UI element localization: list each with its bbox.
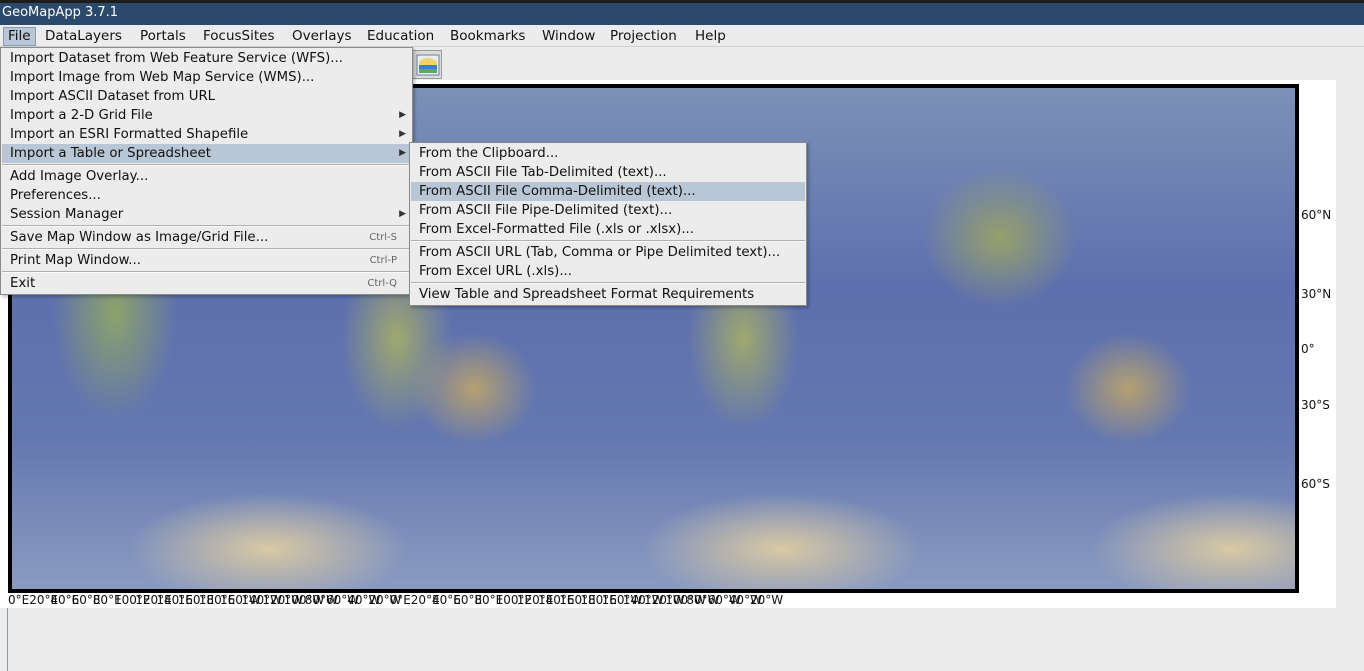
menu-item-import-grid[interactable]: Import a 2-D Grid File ▶ — [2, 106, 411, 125]
menu-item-add-image-overlay[interactable]: Add Image Overlay... — [2, 167, 411, 186]
shortcut-label: Ctrl-P — [369, 255, 397, 266]
lon-label: 0°E — [8, 593, 30, 607]
submenu-item-format-requirements[interactable]: View Table and Spreadsheet Format Requir… — [411, 285, 805, 304]
menu-item-label: Save Map Window as Image/Grid File... — [10, 230, 269, 245]
menu-portals[interactable]: Portals — [136, 27, 190, 46]
submenu-item-ascii-url[interactable]: From ASCII URL (Tab, Comma or Pipe Delim… — [411, 243, 805, 262]
menu-separator — [411, 240, 805, 242]
menu-window[interactable]: Window — [538, 27, 599, 46]
submenu-arrow-icon: ▶ — [399, 148, 406, 158]
menu-bar: File DataLayers Portals FocusSites Overl… — [0, 25, 1364, 47]
menu-separator — [411, 282, 805, 284]
lat-label: 30°N — [1301, 287, 1332, 301]
menu-item-label: Import ASCII Dataset from URL — [10, 89, 216, 104]
menu-overlays[interactable]: Overlays — [288, 27, 356, 46]
lat-label: 60°N — [1301, 208, 1332, 222]
window-title: GeoMapApp 3.7.1 — [2, 5, 119, 20]
window-edge — [7, 608, 8, 671]
menu-item-print-map[interactable]: Print Map Window... Ctrl-P — [2, 251, 411, 270]
menu-item-label: From the Clipboard... — [419, 146, 559, 161]
menu-item-label: Preferences... — [10, 188, 101, 203]
menu-item-label: From ASCII File Comma-Delimited (text)..… — [419, 184, 696, 199]
menu-item-label: Import a Table or Spreadsheet — [10, 146, 211, 161]
menu-bookmarks[interactable]: Bookmarks — [446, 27, 529, 46]
menu-item-label: Session Manager — [10, 207, 124, 222]
menu-item-import-table[interactable]: Import a Table or Spreadsheet ▶ — [2, 144, 411, 163]
menu-separator — [2, 248, 411, 250]
menu-item-import-ascii-url[interactable]: Import ASCII Dataset from URL — [2, 87, 411, 106]
submenu-item-clipboard[interactable]: From the Clipboard... — [411, 144, 805, 163]
submenu-item-pipe-delimited[interactable]: From ASCII File Pipe-Delimited (text)... — [411, 201, 805, 220]
menu-item-label: From ASCII File Pipe-Delimited (text)... — [419, 203, 673, 218]
menu-help[interactable]: Help — [691, 27, 730, 46]
menu-item-label: From ASCII URL (Tab, Comma or Pipe Delim… — [419, 245, 781, 260]
screen-top-strip — [0, 0, 1364, 3]
lat-label: 30°S — [1301, 398, 1330, 412]
longitude-labels: 0°E 20°E 40°E 60°E 80°E 100°E 120°E 140°E 160°E 1… — [8, 593, 1308, 608]
lat-label: 60°S — [1301, 477, 1330, 491]
menu-item-label: From ASCII File Tab-Delimited (text)... — [419, 165, 667, 180]
menu-item-label: Add Image Overlay... — [10, 169, 149, 184]
submenu-arrow-icon: ▶ — [399, 110, 406, 120]
menu-item-label: From Excel URL (.xls)... — [419, 264, 572, 279]
menu-datalayers[interactable]: DataLayers — [41, 27, 126, 46]
globe-toolbar-button[interactable] — [412, 50, 442, 79]
title-bar: GeoMapApp 3.7.1 — [0, 0, 1364, 25]
shortcut-label: Ctrl-S — [369, 232, 397, 243]
menu-item-session-manager[interactable]: Session Manager ▶ — [2, 205, 411, 224]
menu-item-label: Print Map Window... — [10, 253, 141, 268]
globe-map-icon — [416, 54, 440, 76]
menu-separator — [2, 225, 411, 227]
submenu-item-excel-url[interactable]: From Excel URL (.xls)... — [411, 262, 805, 281]
menu-item-label: View Table and Spreadsheet Format Requir… — [419, 287, 755, 302]
file-menu-dropdown: Import Dataset from Web Feature Service … — [0, 47, 413, 295]
submenu-item-comma-delimited[interactable]: From ASCII File Comma-Delimited (text)..… — [411, 182, 805, 201]
menu-item-import-shapefile[interactable]: Import an ESRI Formatted Shapefile ▶ — [2, 125, 411, 144]
menu-focussites[interactable]: FocusSites — [199, 27, 279, 46]
menu-item-label: From Excel-Formatted File (.xls or .xlsx… — [419, 222, 695, 237]
menu-item-save-map[interactable]: Save Map Window as Image/Grid File... Ctr… — [2, 228, 411, 247]
lon-label: 0°E — [389, 593, 411, 607]
lon-label: 20°W — [750, 593, 784, 607]
submenu-item-excel-file[interactable]: From Excel-Formatted File (.xls or .xlsx… — [411, 220, 805, 239]
shortcut-label: Ctrl-Q — [367, 278, 397, 289]
menu-item-label: Import Image from Web Map Service (WMS).… — [10, 70, 315, 85]
menu-file[interactable]: File — [3, 27, 36, 46]
menu-item-import-wfs[interactable]: Import Dataset from Web Feature Service … — [2, 49, 411, 68]
submenu-arrow-icon: ▶ — [399, 209, 406, 219]
menu-item-label: Import Dataset from Web Feature Service … — [10, 51, 343, 66]
menu-item-exit[interactable]: Exit Ctrl-Q — [2, 274, 411, 293]
menu-item-label: Exit — [10, 276, 36, 291]
lat-label: 0° — [1301, 342, 1315, 356]
menu-separator — [2, 164, 411, 166]
import-table-submenu: From the Clipboard... From ASCII File Ta… — [409, 142, 807, 306]
menu-education[interactable]: Education — [363, 27, 438, 46]
submenu-arrow-icon: ▶ — [399, 129, 406, 139]
submenu-item-tab-delimited[interactable]: From ASCII File Tab-Delimited (text)... — [411, 163, 805, 182]
menu-separator — [2, 271, 411, 273]
menu-item-label: Import a 2-D Grid File — [10, 108, 153, 123]
menu-projection[interactable]: Projection — [606, 27, 681, 46]
menu-item-import-wms[interactable]: Import Image from Web Map Service (WMS).… — [2, 68, 411, 87]
menu-item-preferences[interactable]: Preferences... — [2, 186, 411, 205]
menu-item-label: Import an ESRI Formatted Shapefile — [10, 127, 249, 142]
